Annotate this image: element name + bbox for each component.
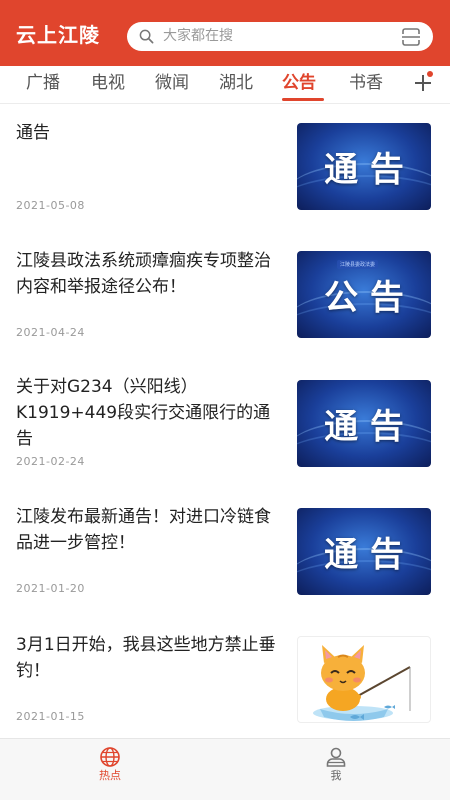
thumbnail-text: 通 告 (324, 535, 404, 575)
list-item[interactable]: 关于对G234（兴阳线）K1919+449段实行交通限行的通告 2021-02-… (0, 360, 450, 488)
article-date: 2021-02-24 (16, 455, 85, 468)
tab-tv[interactable]: 电视 (91, 66, 125, 100)
cartoon-cat-fishing-image (313, 645, 411, 721)
active-tab-indicator (282, 98, 324, 101)
list-item[interactable]: 通告 2021-05-08 通 告 (0, 104, 450, 232)
article-date: 2021-01-20 (16, 582, 85, 595)
app-header: 云上江陵 大家都在搜 (0, 0, 450, 66)
scan-icon[interactable] (401, 28, 421, 46)
article-title[interactable]: 关于对G234（兴阳线）K1919+449段实行交通限行的通告 (16, 374, 284, 452)
article-thumbnail[interactable] (297, 636, 431, 723)
list-item[interactable]: 3月1日开始，我县这些地方禁止垂钓！ 2021-01-15 (0, 616, 450, 744)
tab-books[interactable]: 书香 (349, 66, 383, 100)
notification-dot (427, 71, 433, 77)
search-placeholder: 大家都在搜 (163, 28, 233, 44)
article-date: 2021-01-15 (16, 710, 85, 723)
nav-hot[interactable]: 热点 (70, 739, 150, 800)
article-thumbnail[interactable]: 通 告 (297, 508, 431, 595)
nav-me[interactable]: 我 (296, 739, 376, 800)
thumbnail-text: 通 告 (324, 407, 404, 447)
article-date: 2021-05-08 (16, 199, 85, 212)
bottom-navigation: 热点 我 (0, 738, 450, 800)
search-icon (139, 29, 154, 44)
list-item[interactable]: 江陵发布最新通告！对进口冷链食品进一步管控！ 2021-01-20 通 告 (0, 488, 450, 616)
tab-announcement[interactable]: 公告 (282, 66, 316, 100)
globe-icon (100, 747, 120, 767)
article-title[interactable]: 3月1日开始，我县这些地方禁止垂钓！ (16, 632, 284, 684)
article-date: 2021-04-24 (16, 326, 85, 339)
article-thumbnail[interactable]: 江陵县委政法委 公 告 (297, 251, 431, 338)
article-title[interactable]: 江陵发布最新通告！对进口冷链食品进一步管控！ (16, 504, 284, 556)
user-icon (326, 747, 346, 767)
tab-micro-news[interactable]: 微闻 (155, 66, 189, 100)
nav-me-label: 我 (330, 769, 342, 782)
article-title[interactable]: 江陵县政法系统顽瘴痼疾专项整治内容和举报途径公布！ (16, 248, 284, 300)
category-tabs: 广播 电视 微闻 湖北 公告 书香 (0, 66, 450, 104)
thumbnail-text: 公 告 (324, 278, 404, 318)
app-title: 云上江陵 (16, 23, 100, 47)
article-thumbnail[interactable]: 通 告 (297, 123, 431, 210)
tab-broadcast[interactable]: 广播 (26, 66, 60, 100)
list-item[interactable]: 江陵县政法系统顽瘴痼疾专项整治内容和举报途径公布！ 2021-04-24 江陵县… (0, 232, 450, 360)
tab-hubei[interactable]: 湖北 (219, 66, 253, 100)
thumbnail-text: 通 告 (324, 150, 404, 190)
article-thumbnail[interactable]: 通 告 (297, 380, 431, 467)
nav-hot-label: 热点 (99, 769, 121, 782)
search-bar[interactable]: 大家都在搜 (127, 22, 433, 51)
article-title[interactable]: 通告 (16, 120, 284, 146)
